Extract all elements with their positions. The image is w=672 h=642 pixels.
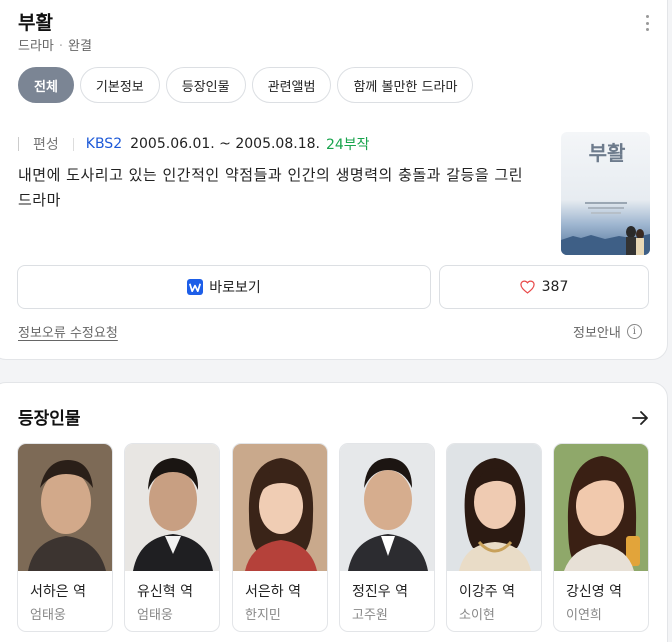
cast-card[interactable]: 유신혁 역 엄태웅 [124,443,220,632]
drama-title: 부활 [18,12,53,34]
cast-role: 서하은 역 [30,584,86,600]
cast-card[interactable]: 이강주 역 소이현 [446,443,542,632]
cast-actor: 엄태웅 [137,608,173,623]
drama-description: 내면에 도사리고 있는 인간적인 약점들과 인간의 생명력의 충돌과 갈등을 그… [18,166,524,209]
cast-actor: 고주원 [352,608,388,623]
tab-all[interactable]: 전체 [18,67,74,103]
cast-photo [125,444,219,571]
tab-similar-dramas[interactable]: 함께 볼만한 드라마 [337,67,474,103]
error-report-link[interactable]: 정보오류 수정요청 [18,322,118,341]
status-text: 완결 [68,39,92,54]
cast-card[interactable]: 정진우 역 고주원 [339,443,435,632]
separator-dot: · [58,39,64,54]
drama-poster[interactable]: 부활 [561,132,650,255]
divider [72,137,74,151]
poster-title-text: 부활 [589,141,626,165]
cast-actor: 한지민 [245,608,281,623]
episode-count: 24부작 [325,137,370,153]
cast-photo [340,444,434,571]
cast-actor: 이연희 [566,608,602,623]
cast-role: 서은하 역 [245,584,301,600]
info-guide-button[interactable]: 정보안내 i [573,322,642,341]
tab-bar: 전체 기본정보 등장인물 관련앨범 함께 볼만한 드라마 [18,67,474,103]
broadcast-label: 편성 [33,137,59,153]
tab-characters[interactable]: 등장인물 [165,67,246,103]
cast-photo [447,444,541,571]
cast-photo [233,444,327,571]
tab-basic-info[interactable]: 기본정보 [79,67,160,103]
more-options-icon[interactable] [640,13,654,33]
cast-photo [554,444,648,571]
like-button[interactable]: 387 [439,265,649,309]
cast-card[interactable]: 강신영 역 이연희 [553,443,649,632]
tab-related-albums[interactable]: 관련앨범 [251,67,332,103]
heart-icon [519,280,535,294]
drama-subtitle: 드라마 · 완결 [18,35,92,54]
info-guide-label: 정보안내 [573,326,621,341]
watch-now-label: 바로보기 [209,280,261,296]
divider [18,137,19,151]
like-count: 387 [541,279,569,295]
cast-role: 이강주 역 [459,584,515,600]
broadcast-dates: 2005.06.01. ~ 2005.08.18. [130,136,320,152]
arrow-right-icon[interactable] [630,408,650,428]
watch-now-button[interactable]: 바로보기 [17,265,431,309]
cast-role: 강신영 역 [566,584,622,600]
cast-actor: 엄태웅 [30,608,66,623]
cast-actor: 소이현 [459,608,495,623]
cast-role: 유신혁 역 [137,584,193,600]
broadcast-info: 편성 KBS2 2005.06.01. ~ 2005.08.18. 24부작 [18,134,370,154]
cast-card[interactable]: 서하은 역 엄태웅 [17,443,113,632]
characters-section-title: 등장인물 [18,409,81,429]
genre-text: 드라마 [18,39,54,54]
watch-service-icon [187,279,204,295]
cast-photo [18,444,112,571]
cast-card[interactable]: 서은하 역 한지민 [232,443,328,632]
network-link[interactable]: KBS2 [86,136,122,152]
cast-role: 정진우 역 [352,584,408,600]
info-icon: i [626,324,642,339]
